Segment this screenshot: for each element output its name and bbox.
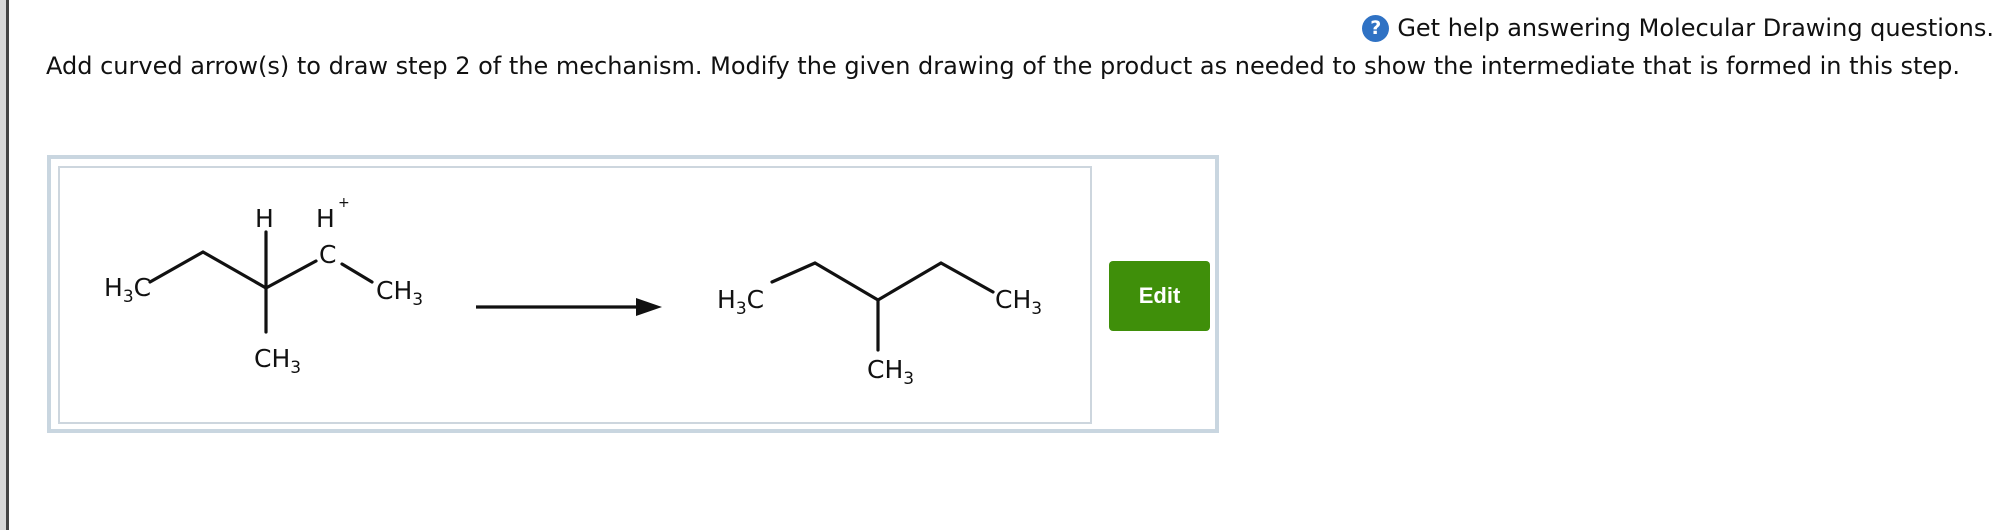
reactant-plus-charge: + bbox=[338, 195, 350, 211]
reactant-h-on-cation: H bbox=[316, 204, 335, 233]
reactant-bottom-ch3: CH3 bbox=[254, 344, 301, 378]
bond-c2-c3 bbox=[201, 250, 268, 290]
bond-p-c4-ch3 bbox=[939, 261, 995, 294]
product-bottom-ch3: CH3 bbox=[867, 355, 914, 389]
reactant-bonds bbox=[148, 230, 374, 334]
reactant-right-ch3: CH3 bbox=[376, 276, 423, 310]
reactant-h-label: H bbox=[255, 204, 274, 233]
bond-p-c3-c4 bbox=[876, 261, 943, 302]
reactant-cation-carbon: C bbox=[319, 240, 336, 269]
bond-p-h3c-c2 bbox=[770, 261, 817, 284]
reaction-arrow bbox=[476, 298, 662, 316]
bond-p-c2-c3 bbox=[813, 261, 880, 302]
bond-c3-cplus bbox=[264, 259, 318, 290]
bond-h3c-c2 bbox=[148, 250, 205, 284]
product-bonds bbox=[770, 261, 995, 352]
bond-cplus-ch3 bbox=[340, 262, 374, 284]
reactant-h3c-label: H3C bbox=[104, 273, 151, 307]
product-h3c-label: H3C bbox=[717, 285, 764, 319]
product-right-ch3: CH3 bbox=[995, 285, 1042, 319]
mechanism-drawing: H3C H H + C CH3 CH3 H3C CH3 CH3 bbox=[104, 195, 1042, 389]
edit-button[interactable]: Edit bbox=[1109, 261, 1210, 331]
